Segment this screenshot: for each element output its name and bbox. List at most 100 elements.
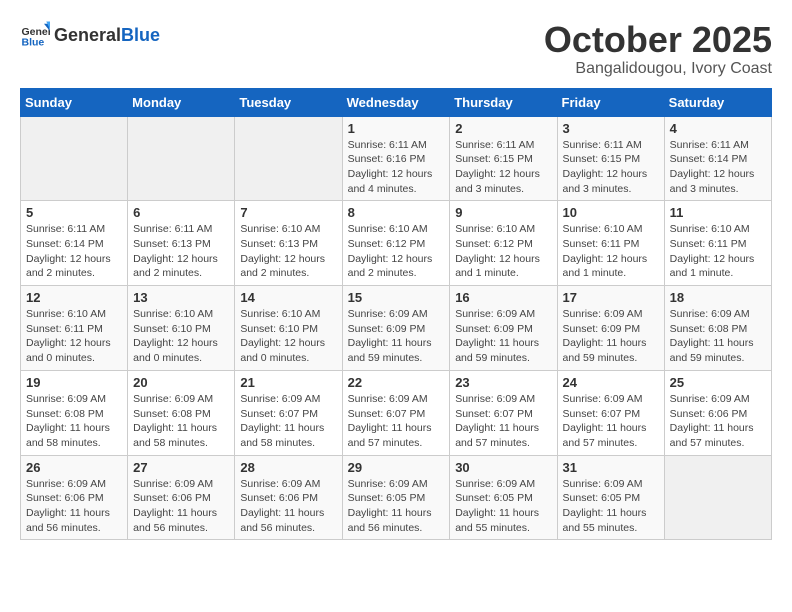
day-number: 31 (563, 460, 659, 475)
day-info: Sunrise: 6:09 AM Sunset: 6:05 PM Dayligh… (563, 477, 659, 536)
day-number: 9 (455, 205, 551, 220)
calendar-week-row: 5 Sunrise: 6:11 AM Sunset: 6:14 PM Daylig… (21, 201, 772, 286)
day-number: 6 (133, 205, 229, 220)
day-info: Sunrise: 6:10 AM Sunset: 6:11 PM Dayligh… (670, 222, 766, 281)
calendar-cell: 2 Sunrise: 6:11 AM Sunset: 6:15 PM Daylig… (450, 116, 557, 201)
calendar-week-row: 1 Sunrise: 6:11 AM Sunset: 6:16 PM Daylig… (21, 116, 772, 201)
calendar-cell: 16 Sunrise: 6:09 AM Sunset: 6:09 PM Dayli… (450, 286, 557, 371)
calendar-cell: 1 Sunrise: 6:11 AM Sunset: 6:16 PM Daylig… (342, 116, 450, 201)
calendar-cell: 28 Sunrise: 6:09 AM Sunset: 6:06 PM Dayli… (235, 455, 342, 540)
day-number: 27 (133, 460, 229, 475)
logo-blue-text: Blue (121, 25, 160, 46)
day-number: 5 (26, 205, 122, 220)
calendar-cell: 10 Sunrise: 6:10 AM Sunset: 6:11 PM Dayli… (557, 201, 664, 286)
day-number: 21 (240, 375, 336, 390)
day-number: 29 (348, 460, 445, 475)
day-info: Sunrise: 6:11 AM Sunset: 6:15 PM Dayligh… (455, 138, 551, 197)
day-info: Sunrise: 6:10 AM Sunset: 6:13 PM Dayligh… (240, 222, 336, 281)
calendar-cell: 12Sunrise: 6:10 AM Sunset: 6:11 PM Dayli… (21, 286, 128, 371)
calendar-cell: 15 Sunrise: 6:09 AM Sunset: 6:09 PM Dayli… (342, 286, 450, 371)
calendar-cell (21, 116, 128, 201)
day-info: Sunrise: 6:10 AM Sunset: 6:10 PM Dayligh… (240, 307, 336, 366)
logo: General Blue GeneralBlue (20, 20, 160, 50)
day-info: Sunrise: 6:10 AM Sunset: 6:10 PM Dayligh… (133, 307, 229, 366)
day-number: 15 (348, 290, 445, 305)
day-info: Sunrise: 6:09 AM Sunset: 6:05 PM Dayligh… (455, 477, 551, 536)
calendar-cell (128, 116, 235, 201)
day-info: Sunrise: 6:09 AM Sunset: 6:06 PM Dayligh… (670, 392, 766, 451)
header-saturday: Saturday (664, 88, 771, 116)
calendar-week-row: 19 Sunrise: 6:09 AM Sunset: 6:08 PM Dayli… (21, 370, 772, 455)
calendar-cell: 4 Sunrise: 6:11 AM Sunset: 6:14 PM Daylig… (664, 116, 771, 201)
calendar-week-row: 12Sunrise: 6:10 AM Sunset: 6:11 PM Dayli… (21, 286, 772, 371)
day-number: 1 (348, 121, 445, 136)
calendar-cell: 18Sunrise: 6:09 AM Sunset: 6:08 PM Dayli… (664, 286, 771, 371)
day-info: Sunrise: 6:09 AM Sunset: 6:06 PM Dayligh… (133, 477, 229, 536)
calendar-cell: 14 Sunrise: 6:10 AM Sunset: 6:10 PM Dayli… (235, 286, 342, 371)
day-number: 22 (348, 375, 445, 390)
calendar-header-row: Sunday Monday Tuesday Wednesday Thursday… (21, 88, 772, 116)
calendar-cell: 6Sunrise: 6:11 AM Sunset: 6:13 PM Daylig… (128, 201, 235, 286)
calendar-cell: 13 Sunrise: 6:10 AM Sunset: 6:10 PM Dayli… (128, 286, 235, 371)
calendar-cell: 30 Sunrise: 6:09 AM Sunset: 6:05 PM Dayli… (450, 455, 557, 540)
calendar-cell: 23Sunrise: 6:09 AM Sunset: 6:07 PM Dayli… (450, 370, 557, 455)
calendar-cell: 17Sunrise: 6:09 AM Sunset: 6:09 PM Dayli… (557, 286, 664, 371)
day-number: 10 (563, 205, 659, 220)
day-info: Sunrise: 6:09 AM Sunset: 6:05 PM Dayligh… (348, 477, 445, 536)
day-number: 14 (240, 290, 336, 305)
header-wednesday: Wednesday (342, 88, 450, 116)
day-number: 4 (670, 121, 766, 136)
month-title: October 2025 (544, 20, 772, 60)
day-number: 25 (670, 375, 766, 390)
day-number: 2 (455, 121, 551, 136)
calendar-cell: 5 Sunrise: 6:11 AM Sunset: 6:14 PM Daylig… (21, 201, 128, 286)
header-friday: Friday (557, 88, 664, 116)
logo-general-text: General (54, 25, 121, 46)
day-number: 24 (563, 375, 659, 390)
day-info: Sunrise: 6:09 AM Sunset: 6:06 PM Dayligh… (240, 477, 336, 536)
calendar-cell: 29 Sunrise: 6:09 AM Sunset: 6:05 PM Dayli… (342, 455, 450, 540)
day-info: Sunrise: 6:09 AM Sunset: 6:07 PM Dayligh… (455, 392, 551, 451)
day-number: 16 (455, 290, 551, 305)
day-info: Sunrise: 6:10 AM Sunset: 6:12 PM Dayligh… (455, 222, 551, 281)
day-number: 17 (563, 290, 659, 305)
calendar-cell: 24Sunrise: 6:09 AM Sunset: 6:07 PM Dayli… (557, 370, 664, 455)
day-info: Sunrise: 6:11 AM Sunset: 6:14 PM Dayligh… (670, 138, 766, 197)
calendar-cell: 20Sunrise: 6:09 AM Sunset: 6:08 PM Dayli… (128, 370, 235, 455)
day-number: 28 (240, 460, 336, 475)
day-info: Sunrise: 6:11 AM Sunset: 6:16 PM Dayligh… (348, 138, 445, 197)
calendar-cell: 19Sunrise: 6:09 AM Sunset: 6:08 PM Dayli… (21, 370, 128, 455)
day-info: Sunrise: 6:11 AM Sunset: 6:15 PM Dayligh… (563, 138, 659, 197)
day-number: 13 (133, 290, 229, 305)
calendar-cell: 9 Sunrise: 6:10 AM Sunset: 6:12 PM Daylig… (450, 201, 557, 286)
header-thursday: Thursday (450, 88, 557, 116)
day-info: Sunrise: 6:09 AM Sunset: 6:08 PM Dayligh… (133, 392, 229, 451)
day-number: 8 (348, 205, 445, 220)
day-number: 26 (26, 460, 122, 475)
calendar-cell: 25 Sunrise: 6:09 AM Sunset: 6:06 PM Dayli… (664, 370, 771, 455)
logo-icon: General Blue (20, 20, 50, 50)
day-info: Sunrise: 6:09 AM Sunset: 6:09 PM Dayligh… (348, 307, 445, 366)
day-number: 12 (26, 290, 122, 305)
day-info: Sunrise: 6:10 AM Sunset: 6:11 PM Dayligh… (563, 222, 659, 281)
calendar-table: Sunday Monday Tuesday Wednesday Thursday… (20, 88, 772, 541)
day-number: 30 (455, 460, 551, 475)
calendar-cell: 8 Sunrise: 6:10 AM Sunset: 6:12 PM Daylig… (342, 201, 450, 286)
day-info: Sunrise: 6:09 AM Sunset: 6:07 PM Dayligh… (240, 392, 336, 451)
day-number: 18 (670, 290, 766, 305)
day-number: 19 (26, 375, 122, 390)
title-area: October 2025 Bangalidougou, Ivory Coast (544, 20, 772, 78)
day-number: 3 (563, 121, 659, 136)
day-info: Sunrise: 6:11 AM Sunset: 6:14 PM Dayligh… (26, 222, 122, 281)
day-number: 7 (240, 205, 336, 220)
day-info: Sunrise: 6:09 AM Sunset: 6:09 PM Dayligh… (455, 307, 551, 366)
header-monday: Monday (128, 88, 235, 116)
day-info: Sunrise: 6:09 AM Sunset: 6:06 PM Dayligh… (26, 477, 122, 536)
day-info: Sunrise: 6:10 AM Sunset: 6:12 PM Dayligh… (348, 222, 445, 281)
day-info: Sunrise: 6:09 AM Sunset: 6:07 PM Dayligh… (348, 392, 445, 451)
calendar-cell: 31 Sunrise: 6:09 AM Sunset: 6:05 PM Dayli… (557, 455, 664, 540)
calendar-cell: 27 Sunrise: 6:09 AM Sunset: 6:06 PM Dayli… (128, 455, 235, 540)
calendar-cell (235, 116, 342, 201)
calendar-cell: 21 Sunrise: 6:09 AM Sunset: 6:07 PM Dayli… (235, 370, 342, 455)
page-header: General Blue GeneralBlue October 2025 Ba… (20, 20, 772, 78)
